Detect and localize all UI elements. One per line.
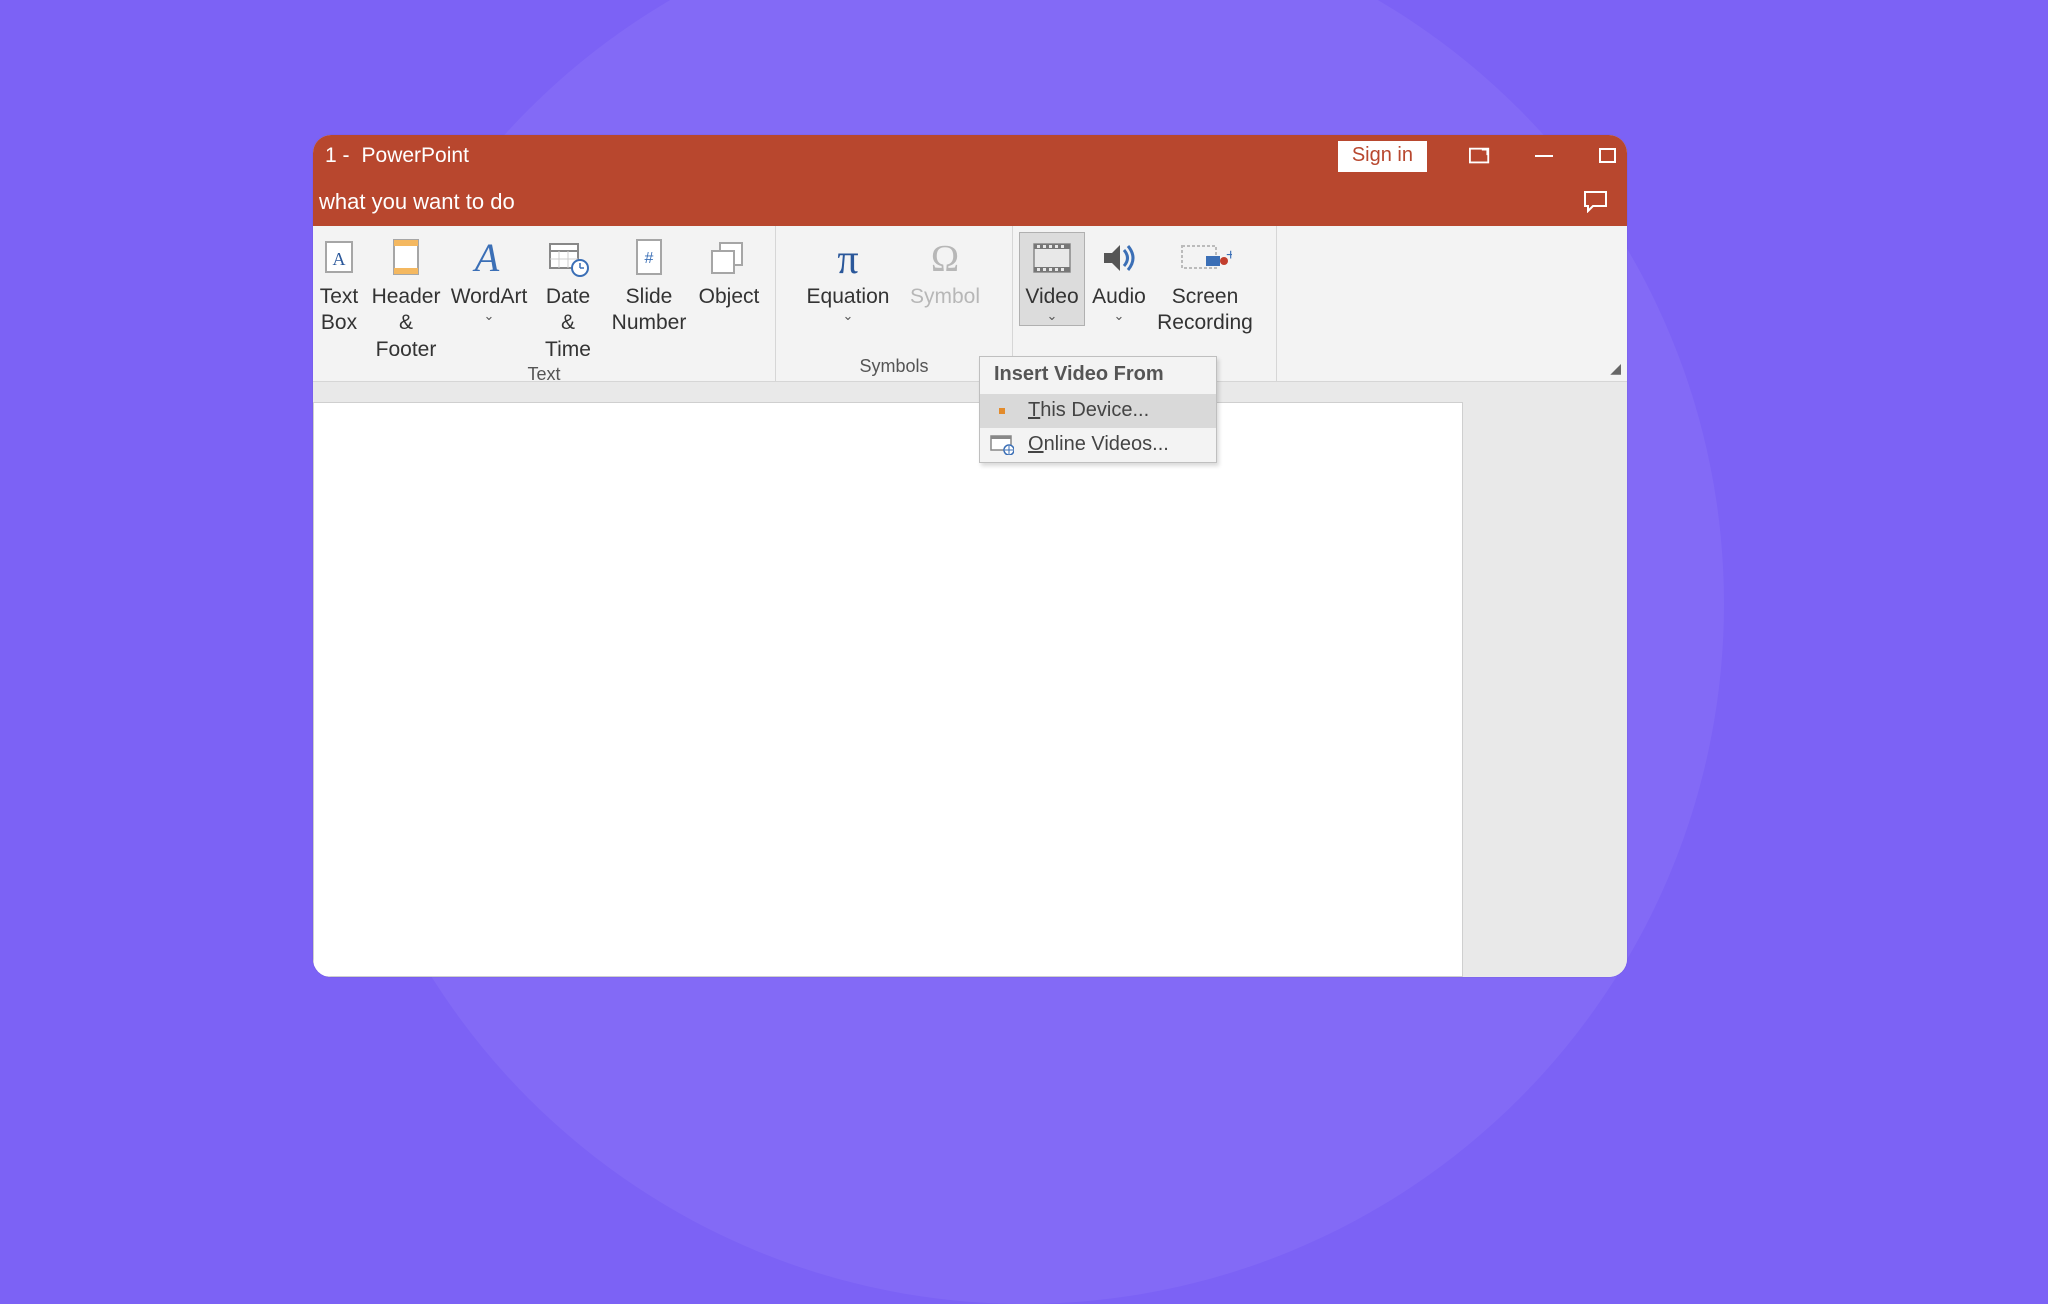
text-box-label-2: Box [321, 310, 357, 336]
text-box-button[interactable]: A Text Box [313, 232, 365, 338]
ribbon: A Text Box Header & Footer A Wor [313, 226, 1627, 382]
date-time-button[interactable]: Date & Time [531, 232, 605, 364]
video-button[interactable]: Video ⌄ [1019, 232, 1085, 326]
symbol-button[interactable]: Ω Symbol [902, 232, 988, 311]
video-dropdown-title: Insert Video From [980, 357, 1216, 394]
svg-text:π: π [837, 237, 858, 279]
workspace [313, 382, 1627, 977]
text-box-icon: A [322, 235, 356, 281]
svg-text:Ω: Ω [931, 238, 959, 279]
title-bar: 1 - PowerPoint Sign in [313, 135, 1627, 177]
video-dropdown: Insert Video From This Device... Online … [979, 356, 1217, 463]
menu-item-online-videos-label: Online Videos... [1028, 433, 1169, 456]
chevron-down-icon: ⌄ [484, 308, 495, 324]
screen-recording-label-1: Screen [1172, 284, 1239, 310]
sign-in-button[interactable]: Sign in [1338, 141, 1427, 172]
equation-icon: π [826, 235, 870, 281]
maximize-icon[interactable] [1597, 145, 1619, 167]
menu-item-this-device-label: This Device... [1028, 399, 1149, 422]
object-button[interactable]: Object [693, 232, 765, 311]
chevron-down-icon: ⌄ [843, 308, 854, 324]
svg-text:+: + [1226, 247, 1232, 264]
object-label: Object [699, 284, 760, 310]
group-label-symbols: Symbols [776, 356, 1012, 381]
slide-canvas[interactable] [313, 402, 1463, 977]
menu-item-this-device[interactable]: This Device... [980, 394, 1216, 428]
header-footer-icon [389, 235, 423, 281]
svg-text:A: A [472, 238, 500, 278]
powerpoint-window: 1 - PowerPoint Sign in what you want to … [313, 135, 1627, 977]
header-footer-button[interactable]: Header & Footer [365, 232, 447, 364]
bullet-icon [990, 401, 1014, 421]
wordart-button[interactable]: A WordArt ⌄ [447, 232, 531, 326]
video-icon [1030, 235, 1074, 281]
svg-text:A: A [333, 249, 346, 269]
video-label: Video [1025, 284, 1078, 310]
date-time-label-1: Date & [538, 284, 598, 337]
ribbon-display-options-icon[interactable] [1469, 145, 1491, 167]
header-footer-label-2: & Footer [372, 310, 440, 363]
audio-label: Audio [1092, 284, 1146, 310]
menu-item-online-videos[interactable]: Online Videos... [980, 428, 1216, 462]
symbol-label: Symbol [910, 284, 980, 310]
chevron-down-icon: ⌄ [1047, 308, 1058, 324]
ribbon-group-symbols: π Equation ⌄ Ω Symbol Symbols [776, 226, 1013, 381]
tell-me-bar[interactable]: what you want to do [313, 177, 1627, 226]
screen-recording-button[interactable]: + Screen Recording [1153, 232, 1257, 338]
online-video-icon [990, 435, 1014, 455]
ribbon-group-text: A Text Box Header & Footer A Wor [313, 226, 776, 381]
equation-button[interactable]: π Equation ⌄ [800, 232, 896, 326]
doc-title-fragment: 1 - [325, 144, 356, 168]
minimize-icon[interactable] [1533, 145, 1555, 167]
equation-label: Equation [807, 284, 890, 310]
comments-icon[interactable] [1583, 189, 1609, 219]
wordart-label: WordArt [451, 284, 528, 310]
slide-number-label-1: Slide [626, 284, 673, 310]
window-controls: Sign in [1338, 135, 1619, 177]
screen-recording-label-2: Recording [1157, 310, 1253, 336]
header-footer-label-1: Header [372, 284, 441, 310]
audio-button[interactable]: Audio ⌄ [1085, 232, 1153, 326]
slide-number-button[interactable]: # Slide Number [605, 232, 693, 338]
symbol-icon: Ω [923, 235, 967, 281]
date-time-label-2: Time [545, 337, 591, 363]
title-text: 1 - PowerPoint [323, 144, 469, 168]
screen-recording-icon: + [1178, 235, 1232, 281]
slide-number-icon: # [632, 235, 666, 281]
chevron-down-icon: ⌄ [1114, 308, 1125, 324]
date-time-icon [546, 235, 590, 281]
audio-icon [1098, 235, 1140, 281]
tell-me-placeholder: what you want to do [319, 189, 515, 215]
wordart-icon: A [469, 235, 509, 281]
slide-number-label-2: Number [612, 310, 687, 336]
app-name: PowerPoint [362, 144, 469, 168]
collapse-ribbon-icon[interactable]: ◢ [1610, 360, 1621, 377]
object-icon [708, 235, 750, 281]
svg-text:#: # [645, 250, 654, 267]
text-box-label-1: Text [320, 284, 359, 310]
